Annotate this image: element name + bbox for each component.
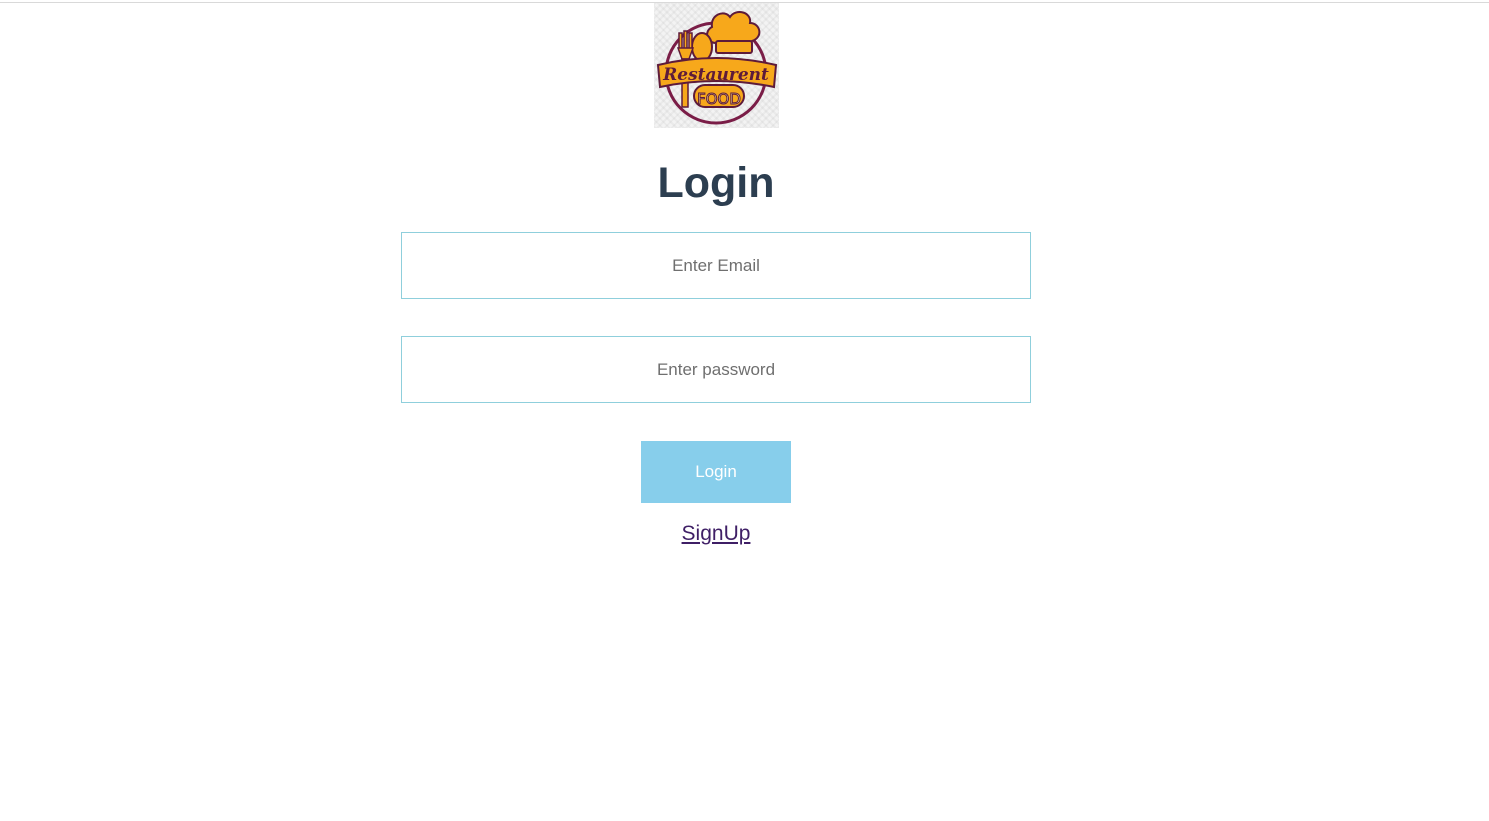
login-button[interactable]: Login — [641, 441, 791, 503]
page-title: Login — [657, 159, 775, 207]
password-input[interactable] — [401, 336, 1031, 403]
chef-hat-logo-icon: Restaurent FOOD — [656, 11, 778, 125]
logo-restaurent-text: Restaurent — [662, 65, 769, 85]
email-input[interactable] — [401, 232, 1031, 299]
signup-link[interactable]: SignUp — [0, 521, 1432, 547]
logo-food-text: FOOD — [697, 90, 741, 108]
restaurant-logo: Restaurent FOOD — [654, 3, 779, 128]
